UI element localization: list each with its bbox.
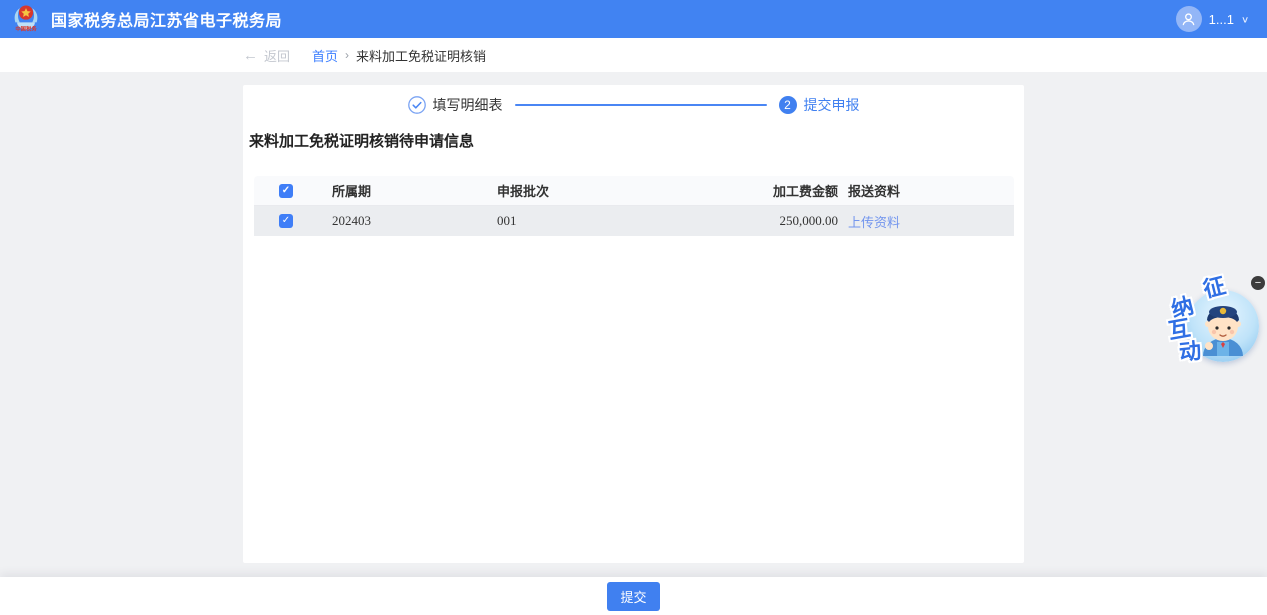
main-area: 填写明细表 2 提交申报 来料加工免税证明核销待申请信息 ✓ 所属期 申报批次 … — [0, 72, 1267, 577]
app-title: 国家税务总局江苏省电子税务局 — [51, 13, 283, 30]
pending-application-table: ✓ 所属期 申报批次 加工费金额 报送资料 ✓ 202403 001 250,0… — [254, 176, 1014, 236]
content-card: 填写明细表 2 提交申报 来料加工免税证明核销待申请信息 ✓ 所属期 申报批次 … — [243, 85, 1024, 563]
col-header-batch: 申报批次 — [497, 184, 550, 199]
back-button[interactable]: 返回 — [264, 46, 290, 65]
breadcrumb: ← 返回 首页 › 来料加工免税证明核销 — [0, 38, 1267, 72]
app-header: 中国税务 国家税务总局江苏省电子税务局 1...1 ∨ — [0, 0, 1267, 38]
select-all-checkbox[interactable]: ✓ — [279, 183, 293, 198]
row-batch: 001 — [497, 213, 517, 228]
breadcrumb-current: 来料加工免税证明核销 — [356, 48, 487, 64]
breadcrumb-separator: › — [345, 48, 350, 62]
tax-bureau-logo-icon: 中国税务 — [10, 1, 42, 38]
tax-assistant-widget[interactable]: 征 纳 互 动 − — [1163, 268, 1267, 380]
user-name: 1...1 — [1208, 11, 1234, 27]
chevron-down-icon[interactable]: ∨ — [1241, 14, 1249, 25]
row-checkbox[interactable]: ✓ — [279, 214, 293, 228]
back-arrow-icon[interactable]: ← — [243, 47, 258, 64]
table-row: ✓ 202403 001 250,000.00 上传资料 — [254, 206, 1014, 236]
submit-button[interactable]: 提交 — [607, 581, 660, 611]
step1-check-icon — [407, 96, 426, 114]
step1-label: 填写明细表 — [432, 97, 503, 113]
row-amount: 250,000.00 — [779, 213, 839, 228]
col-header-amount: 加工费金额 — [772, 184, 838, 199]
user-menu[interactable]: 1...1 ∨ — [1175, 6, 1249, 32]
step-connector-line — [514, 104, 767, 106]
user-avatar[interactable] — [1175, 6, 1202, 32]
footer-bar: 提交 — [0, 577, 1267, 615]
col-header-material: 报送资料 — [848, 184, 901, 199]
table-header-row: ✓ 所属期 申报批次 加工费金额 报送资料 — [254, 176, 1014, 206]
row-period: 202403 — [332, 213, 371, 228]
assistant-minimize-button[interactable]: − — [1251, 276, 1265, 290]
col-header-period: 所属期 — [332, 184, 372, 199]
step-indicator: 填写明细表 2 提交申报 — [243, 85, 1024, 115]
step2-label: 提交申报 — [803, 97, 860, 113]
step2-number-badge: 2 — [778, 96, 797, 114]
svg-text:中国税务: 中国税务 — [15, 24, 37, 32]
page-title: 来料加工免税证明核销待申请信息 — [249, 133, 475, 150]
upload-material-link[interactable]: 上传资料 — [848, 215, 900, 230]
breadcrumb-home-link[interactable]: 首页 — [312, 46, 338, 65]
assistant-char-dong: 动 — [1177, 337, 1203, 366]
